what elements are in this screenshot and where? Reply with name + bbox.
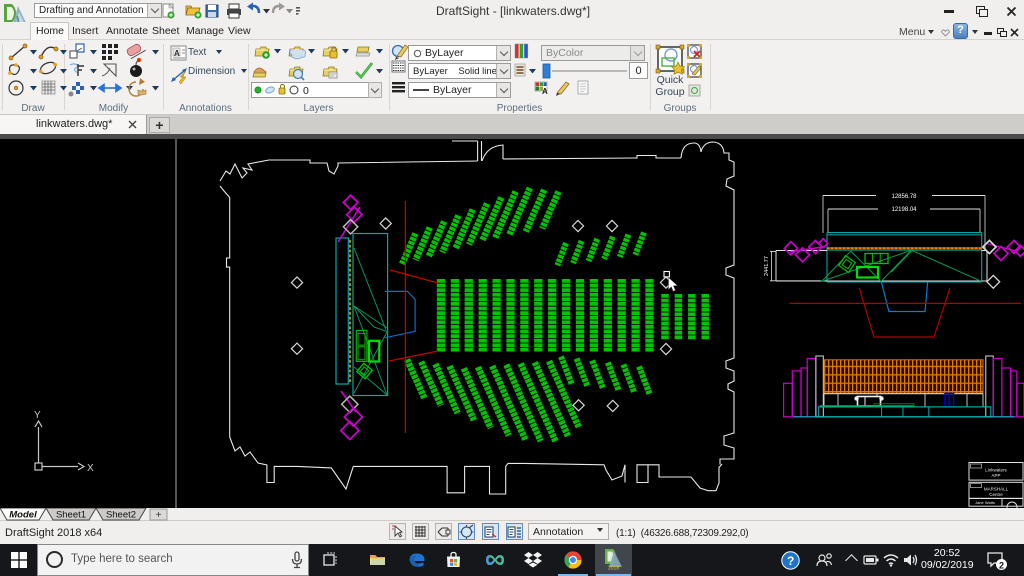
svg-text:Jane Watts: Jane Watts [975,500,995,505]
svg-text:Sheet1: Sheet1 [56,510,86,521]
svg-text:X: X [87,463,94,474]
svg-text:?: ? [787,554,794,568]
svg-text:MARSHALL: MARSHALL [984,487,1009,492]
svg-text:Model: Model [9,510,37,521]
svg-text:Sheet2: Sheet2 [106,510,136,521]
svg-text:12856.78: 12856.78 [891,194,917,200]
svg-text:A: A [542,87,548,96]
svg-text:2441.77: 2441.77 [764,256,770,276]
svg-text:APP: APP [991,473,1000,478]
svg-text:A: A [174,49,180,58]
svg-text:0: 0 [303,85,309,97]
svg-text:Centre: Centre [989,492,1003,497]
svg-text:+: + [156,510,162,521]
svg-text:Y: Y [34,410,41,421]
svg-text:Linkwaters: Linkwaters [985,468,1007,473]
svg-text:2018: 2018 [608,566,619,571]
svg-text:12198.04: 12198.04 [891,207,917,213]
svg-text:2: 2 [999,561,1004,571]
